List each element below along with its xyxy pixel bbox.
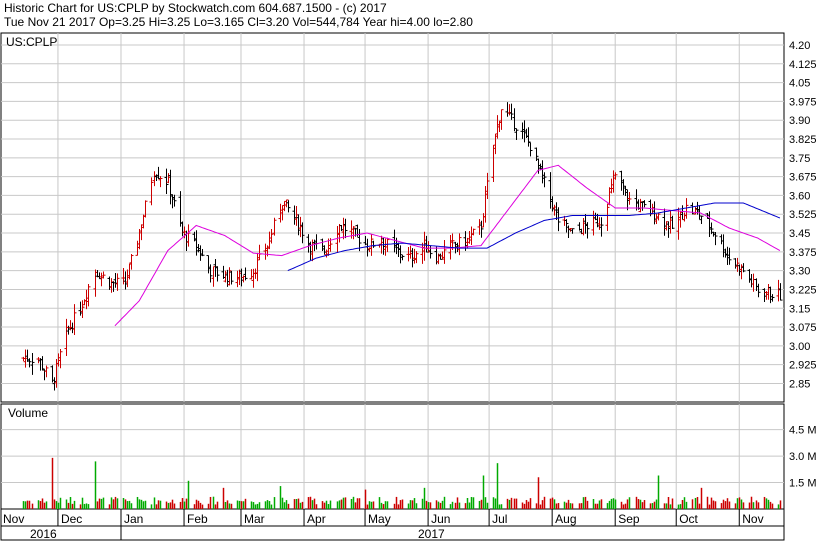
volume-axis: 4.5 M 3.0 M 1.5 M bbox=[1, 425, 817, 490]
volume-title: Volume bbox=[8, 406, 48, 420]
price-tick-label: 3.30 bbox=[789, 266, 810, 278]
price-tick-label: 3.525 bbox=[789, 209, 817, 221]
price-tick-label: 3.825 bbox=[789, 134, 817, 146]
price-tick-label: 3.375 bbox=[789, 247, 817, 259]
month-label: Apr bbox=[307, 512, 326, 526]
volume-tick-label: 4.5 M bbox=[789, 425, 817, 437]
month-label: Aug bbox=[555, 512, 576, 526]
price-tick-label: 3.075 bbox=[789, 322, 817, 334]
price-tick-label: 3.15 bbox=[789, 303, 810, 315]
price-tick-label: 3.90 bbox=[789, 115, 810, 127]
price-tick-label: 3.225 bbox=[789, 284, 817, 296]
price-tick-label: 3.975 bbox=[789, 96, 817, 108]
price-tick-label: 3.60 bbox=[789, 190, 810, 202]
chart-window: Historic Chart for US:CPLP by Stockwatch… bbox=[0, 0, 830, 543]
year-label: 2016 bbox=[30, 527, 57, 541]
month-label: Jan bbox=[124, 512, 143, 526]
month-label: Nov bbox=[3, 512, 24, 526]
date-axis-frame bbox=[0, 508, 785, 541]
month-label: Mar bbox=[244, 512, 265, 526]
moving-average-short bbox=[114, 164, 781, 327]
price-tick-label: 3.75 bbox=[789, 153, 810, 165]
month-label: Dec bbox=[61, 512, 82, 526]
price-tick-label: 3.00 bbox=[789, 341, 810, 353]
symbol-label: US:CPLP bbox=[6, 35, 57, 49]
price-tick-label: 2.85 bbox=[789, 378, 810, 390]
month-label: May bbox=[368, 512, 391, 526]
ohlc-bars bbox=[21, 102, 783, 391]
price-tick-label: 4.20 bbox=[789, 40, 810, 52]
volume-tick-label: 3.0 M bbox=[789, 451, 817, 463]
month-label: Nov bbox=[742, 512, 763, 526]
volume-tick-label: 1.5 M bbox=[789, 478, 817, 490]
month-label: Jun bbox=[431, 512, 450, 526]
price-axis: 4.20 4.125 4.05 3.975 3.90 3.825 3.75 3.675 3.60… bbox=[1, 40, 817, 390]
volume-bars bbox=[22, 457, 782, 509]
price-tick-label: 4.05 bbox=[789, 78, 810, 90]
month-label: Jul bbox=[492, 512, 507, 526]
price-tick-label: 3.45 bbox=[789, 228, 810, 240]
month-label: Oct bbox=[679, 512, 698, 526]
price-panel-frame bbox=[0, 32, 785, 403]
year-label: 2017 bbox=[418, 527, 445, 541]
month-label: Sep bbox=[618, 512, 640, 526]
moving-average-long bbox=[287, 202, 781, 272]
price-tick-label: 2.925 bbox=[789, 360, 817, 372]
month-label: Feb bbox=[187, 512, 208, 526]
stock-chart: 4.20 4.125 4.05 3.975 3.90 3.825 3.75 3.675 3.60… bbox=[0, 32, 817, 541]
price-tick-label: 4.125 bbox=[789, 59, 817, 71]
price-tick-label: 3.675 bbox=[789, 172, 817, 184]
